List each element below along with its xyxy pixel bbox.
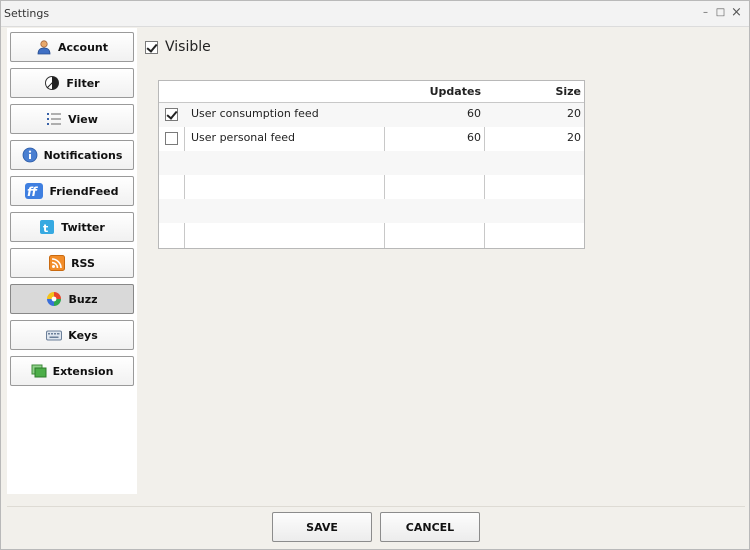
visible-label: Visible [165,39,211,55]
footer-bar: SAVE CANCEL [7,506,745,546]
row-updates: 60 [467,131,481,144]
visible-checkbox[interactable] [145,40,158,54]
sidebar-item-buzz[interactable]: Buzz [10,284,134,314]
row-checkbox[interactable] [165,132,178,145]
header-size[interactable]: Size [485,81,581,103]
empty-row [159,175,584,199]
maximize-button[interactable]: □ [714,6,727,20]
row-size: 20 [567,107,581,120]
window-title: Settings [4,7,50,20]
row-checkbox[interactable] [165,108,178,121]
save-button[interactable]: SAVE [272,512,372,542]
close-button[interactable]: × [730,6,743,20]
sidebar-item-keys[interactable]: Keys [10,320,134,350]
sidebar-item-view[interactable]: View [10,104,134,134]
sidebar-item-account[interactable]: Account [10,32,134,62]
main-panel: Visible Updates Size User consumption fe… [137,28,749,506]
row-name: User consumption feed [191,107,319,120]
keyboard-icon [46,327,63,343]
feeds-table: Updates Size User consumption feed 60 20… [158,80,585,249]
empty-row [159,199,584,223]
header-updates[interactable]: Updates [385,81,481,103]
list-icon [46,111,62,127]
table-row[interactable]: User personal feed 60 20 [159,127,584,151]
empty-row [159,223,584,248]
sidebar-item-label: Keys [68,328,98,342]
twitter-icon: t [39,219,55,235]
cancel-button[interactable]: CANCEL [380,512,480,542]
minimize-button[interactable]: – [699,6,712,20]
sidebar-item-label: Account [57,40,109,54]
sidebar-item-label: FriendFeed [49,184,119,198]
sidebar-item-label: Notifications [43,148,123,162]
visible-toggle-row: Visible [145,39,211,55]
sidebar-item-label: Filter [66,76,100,90]
settings-window: Settings – □ × Account Filter View Notif… [0,0,750,550]
header-name [191,81,376,103]
empty-row [159,151,584,175]
extension-icon [31,363,47,379]
header-check [159,81,184,103]
table-row[interactable]: User consumption feed 60 20 [159,103,584,127]
buzz-icon [46,291,62,307]
sidebar-item-friendfeed[interactable]: ff FriendFeed [10,176,134,206]
rss-icon [49,255,66,271]
sidebar-item-label: Buzz [68,292,98,306]
sidebar: Account Filter View Notifications ff Fri… [7,28,137,494]
sidebar-item-label: Twitter [61,220,105,234]
friendfeed-icon: ff [25,183,44,199]
sidebar-item-label: Extension [52,364,114,378]
user-icon [36,39,52,55]
info-icon [22,147,38,163]
sidebar-item-filter[interactable]: Filter [10,68,134,98]
svg-text:ff: ff [27,185,38,199]
sidebar-item-extension[interactable]: Extension [10,356,134,386]
table-header: Updates Size [159,81,584,103]
row-updates: 60 [467,107,481,120]
row-size: 20 [567,131,581,144]
sidebar-item-rss[interactable]: RSS [10,248,134,278]
sidebar-item-label: RSS [71,256,95,270]
filter-icon [44,75,60,91]
svg-text:t: t [43,222,48,235]
row-name: User personal feed [191,131,295,144]
sidebar-item-notifications[interactable]: Notifications [10,140,134,170]
sidebar-item-label: View [68,112,98,126]
title-bar: Settings – □ × [1,1,749,27]
sidebar-item-twitter[interactable]: t Twitter [10,212,134,242]
